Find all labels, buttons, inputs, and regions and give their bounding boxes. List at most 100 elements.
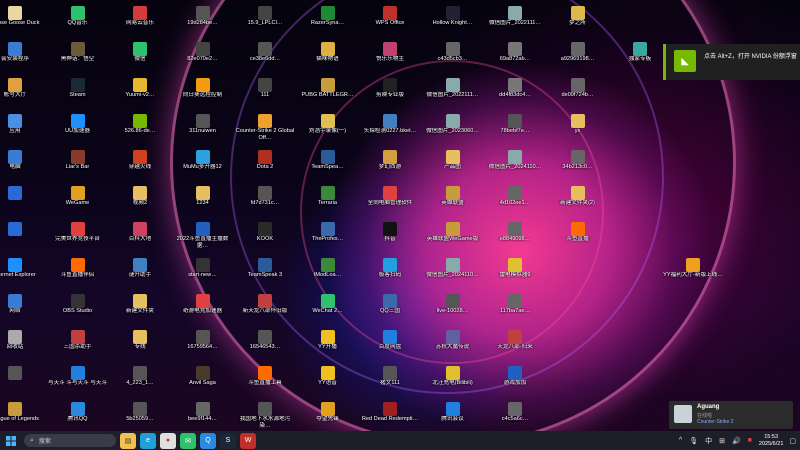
desktop-icon[interactable]: fd7d731c…: [234, 184, 296, 224]
desktop-icon[interactable]: 117ba7ae…: [484, 292, 546, 332]
desktop-icon[interactable]: 谜升助手: [109, 256, 171, 296]
edge-icon[interactable]: e: [140, 432, 156, 449]
desktop-icon[interactable]: 腾讯QQ: [47, 400, 109, 431]
ime-indicator[interactable]: 中: [705, 436, 712, 446]
desktop-icon[interactable]: 526.86-de…: [109, 112, 171, 152]
desktop-icon[interactable]: 北汪充电(Bilibili): [422, 364, 484, 404]
desktop-icon[interactable]: Yuumi-v2…: [109, 76, 171, 116]
desktop-icon[interactable]: 会安装程序: [0, 40, 46, 80]
desktop-icon[interactable]: 15.9_LPLCl…: [234, 4, 296, 44]
desktop-icon[interactable]: 天龙八部·归来: [484, 328, 546, 368]
desktop-icon[interactable]: 雷电模拟器9: [484, 256, 546, 296]
start-button[interactable]: [0, 431, 22, 450]
desktop-icon[interactable]: tModLoa…: [297, 256, 359, 296]
desktop-icon[interactable]: QQ音乐: [47, 4, 109, 44]
desktop-icon[interactable]: 应用: [0, 112, 46, 152]
desktop-icon[interactable]: 网易云音乐: [109, 4, 171, 44]
desktop-icon[interactable]: 回收站: [0, 328, 46, 368]
desktop-icon[interactable]: Steam: [47, 76, 109, 116]
desktop-icon[interactable]: 斗鱼直播: [547, 220, 609, 260]
desktop-icon[interactable]: bee9f144…: [172, 400, 234, 431]
desktop-icon[interactable]: WPS Office: [359, 4, 421, 44]
desktop-icon[interactable]: 111: [234, 76, 296, 116]
desktop-icon[interactable]: 斗鱼直播工具: [234, 364, 296, 404]
desktop-icon[interactable]: 电脑: [0, 148, 46, 188]
desktop-icon[interactable]: RazerSyna…: [297, 4, 359, 44]
steam-icon[interactable]: S: [220, 432, 236, 449]
desktop-icon[interactable]: QQ三国: [359, 292, 421, 332]
wps-icon[interactable]: W: [240, 432, 256, 449]
desktop-icon[interactable]: Dota 2: [234, 148, 296, 188]
desktop-icon[interactable]: 刘浩宇录像(一): [297, 112, 359, 152]
desktop-icon[interactable]: 独家专板: [609, 40, 671, 80]
desktop-icon[interactable]: 311nuiwen: [172, 112, 234, 152]
volume-icon[interactable]: 🔊: [732, 437, 741, 445]
desktop-icon[interactable]: de09f724b…: [547, 76, 609, 116]
desktop-icon[interactable]: 网络: [0, 292, 46, 332]
file-explorer-icon[interactable]: ▤: [120, 432, 136, 449]
desktop-icon[interactable]: 百度网盘: [359, 328, 421, 368]
desktop-icon[interactable]: Goose Goose Duck: [0, 4, 46, 44]
desktop-icon[interactable]: 16546543…: [234, 328, 296, 368]
desktop-icon[interactable]: 19d284be…: [172, 4, 234, 44]
desktop-icon[interactable]: 斗鱼直播伴侣: [47, 256, 109, 296]
desktop-icon[interactable]: 英雄联盟: [422, 184, 484, 224]
desktop-icon[interactable]: 全向电脑管理软件: [359, 184, 421, 224]
desktop-icon[interactable]: Hollow Knight…: [422, 4, 484, 44]
desktop-icon[interactable]: 百科大地: [109, 220, 171, 260]
desktop-icon[interactable]: TeamSpeak 3: [234, 256, 296, 296]
desktop-icon[interactable]: 抖音: [359, 220, 421, 260]
desktop-icon[interactable]: c4c5a6c…: [484, 400, 546, 431]
desktop-icon[interactable]: c43d5cb3…: [422, 40, 484, 80]
taskbar-search[interactable]: ⌕ 搜索: [24, 434, 116, 447]
desktop-icon[interactable]: 黑神话：悟空: [47, 40, 109, 80]
desktop-icon[interactable]: MuMu多开器12: [172, 148, 234, 188]
desktop-icon[interactable]: Counter-Strike 2 Global Off…: [234, 112, 296, 152]
desktop-icon[interactable]: 夺望先锋: [297, 400, 359, 431]
desktop-icon[interactable]: WeGame: [47, 184, 109, 224]
desktop-icon[interactable]: 2022斗鱼直播主播数据…: [172, 220, 234, 260]
desktop-icon[interactable]: WeChat 2…: [297, 292, 359, 332]
desktop-icon[interactable]: a92969198…: [547, 40, 609, 80]
app-tray-icon[interactable]: ■: [748, 437, 752, 444]
desktop-icon[interactable]: 5b25059…: [109, 400, 171, 431]
desktop-icon[interactable]: 微信: [109, 40, 171, 80]
desktop-icon[interactable]: Anvil Saga: [172, 364, 234, 404]
desktop-icon[interactable]: 新建文件夹: [109, 292, 171, 332]
desktop-icon[interactable]: 帐号大厅: [0, 76, 46, 116]
desktop-icon[interactable]: 视频2: [109, 184, 171, 224]
desktop-icon[interactable]: 与天斗 斗与天斗 与天斗: [47, 364, 109, 404]
desktop-icon[interactable]: 4d102ee1…: [484, 184, 546, 224]
qq-icon[interactable]: Q: [200, 432, 216, 449]
desktop-icon[interactable]: 悦乐乐物主: [359, 40, 421, 80]
desktop-icon[interactable]: 产品图: [422, 148, 484, 188]
desktop-icon[interactable]: KOOK: [234, 220, 296, 260]
desktop-icon[interactable]: yx: [547, 112, 609, 152]
desktop-icon[interactable]: 剪映专业版: [359, 76, 421, 116]
desktop-icon[interactable]: 1234: [172, 184, 234, 224]
desktop-icon[interactable]: 新天龙八部怀旧版: [234, 292, 296, 332]
desktop-icon[interactable]: TheProfes…: [297, 220, 359, 260]
nvidia-notification[interactable]: ◣ 点击 Alt+Z，打开 NVIDIA 份额浮窗: [663, 44, 800, 80]
desktop-icon[interactable]: 82e070e2…: [172, 40, 234, 80]
desktop-icon[interactable]: 4_223_1…: [109, 364, 171, 404]
friend-online-toast[interactable]: Aguang 在线啦 Counter-Strike 2: [669, 401, 793, 429]
desktop-icon[interactable]: YY开播: [297, 328, 359, 368]
desktop-icon[interactable]: 69a872ab…: [484, 40, 546, 80]
desktop-icon[interactable]: 34b213c0…: [547, 148, 609, 188]
desktop-icon[interactable]: 完美世界竞技平台: [47, 220, 109, 260]
desktop-icon[interactable]: 腾讯会议: [422, 400, 484, 431]
desktop-icon[interactable]: [0, 184, 46, 224]
desktop-icon[interactable]: live-10028…: [422, 292, 484, 332]
desktop-icon[interactable]: 头探检测0227.bket…: [359, 112, 421, 152]
desktop-icon[interactable]: 穿越火线: [109, 148, 171, 188]
desktop-icon[interactable]: 微信图片_2022111…: [422, 76, 484, 116]
desktop-icon[interactable]: ce38e6dd…: [234, 40, 296, 80]
desktop-icon[interactable]: 奇游电竞加速器: [172, 292, 234, 332]
desktop-icon[interactable]: dd4f83dc4…: [484, 76, 546, 116]
desktop-icon[interactable]: Liar's Bar: [47, 148, 109, 188]
desktop-icon[interactable]: TeamSpea…: [297, 148, 359, 188]
desktop-icon[interactable]: 英雄联盟WeGame版: [422, 220, 484, 260]
desktop-icon[interactable]: OBS Studio: [47, 292, 109, 332]
desktop-icon[interactable]: 苏秋大魔传说: [422, 328, 484, 368]
